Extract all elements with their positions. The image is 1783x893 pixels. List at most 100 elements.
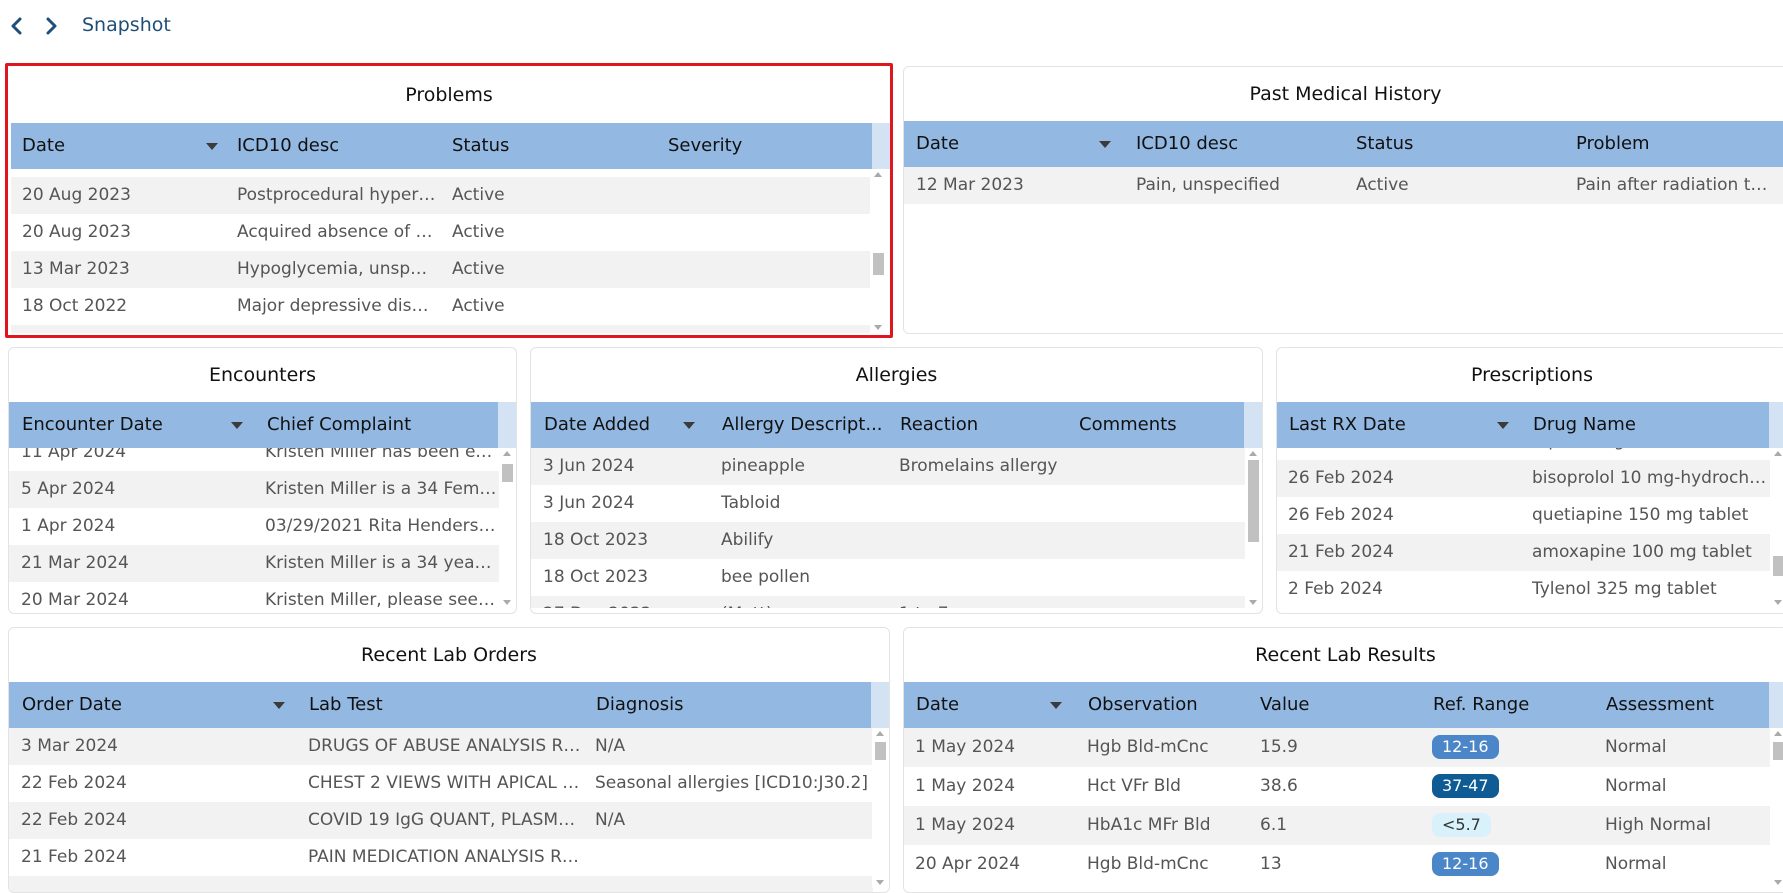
- table-row[interactable]: 22 Feb 2024 CHEST 2 VIEWS WITH APICAL L.…: [9, 765, 873, 802]
- col-icd10[interactable]: ICD10 desc: [237, 123, 339, 169]
- prescriptions-header: Last RX Date Drug Name: [1277, 402, 1771, 448]
- table-row[interactable]: 20 Aug 2023 Postprocedural hyperte... Ac…: [11, 177, 875, 214]
- col-last-rx-date[interactable]: Last RX Date: [1289, 402, 1406, 448]
- lab-orders-body: 3 Mar 2024 DRUGS OF ABUSE ANALYSIS RE...…: [9, 728, 873, 892]
- table-row[interactable]: 18 Oct 2022 Major depressive disord... A…: [11, 288, 875, 325]
- table-row[interactable]: 11 Apr 2024 Kristen Miller has been expe…: [9, 448, 500, 471]
- table-row[interactable]: 21 Feb 2024 amoxapine 100 mg tablet: [1277, 534, 1771, 571]
- table-row[interactable]: [9, 876, 873, 892]
- lab-results-body: 1 May 2024 Hgb Bld-mCnc 15.9 12-16 Norma…: [904, 728, 1771, 892]
- top-bar: Snapshot: [0, 0, 1783, 52]
- allergies-body: 3 Jun 2024 pineapple Bromelains allergy …: [531, 448, 1246, 608]
- table-row[interactable]: 26 Feb 2024 quetiapine 150 mg tablet: [1277, 497, 1771, 534]
- col-date[interactable]: Date: [916, 682, 959, 728]
- problems-card: Problems Date ICD10 desc Status Severity…: [5, 63, 893, 338]
- prescriptions-scrollbar[interactable]: [1770, 448, 1783, 608]
- col-drug-name[interactable]: Drug Name: [1533, 402, 1636, 448]
- sort-caret-icon[interactable]: [1497, 422, 1509, 429]
- ref-range-badge: 12-16: [1432, 735, 1499, 759]
- prescriptions-body: ...pride mg... 26 Feb 2024 bisoprolol 10…: [1277, 448, 1771, 608]
- col-diagnosis[interactable]: Diagnosis: [596, 682, 684, 728]
- page-title: Snapshot: [82, 14, 171, 36]
- table-row[interactable]: 12 Mar 2023 Pain, unspecified Active Pai…: [904, 167, 1783, 204]
- forward-chevron-icon[interactable]: [40, 14, 62, 38]
- col-date[interactable]: Date: [916, 121, 959, 167]
- lab-orders-title: Recent Lab Orders: [361, 644, 537, 666]
- col-order-date[interactable]: Order Date: [22, 682, 122, 728]
- sort-caret-icon[interactable]: [273, 702, 285, 709]
- col-date[interactable]: Date: [22, 123, 65, 169]
- sort-caret-icon[interactable]: [1099, 141, 1111, 148]
- col-ref-range[interactable]: Ref. Range: [1433, 682, 1529, 728]
- table-row[interactable]: 20 Mar 2024 Kristen Miller, please see y…: [9, 582, 500, 608]
- encounters-card: Encounters Encounter Date Chief Complain…: [8, 347, 517, 614]
- ref-range-badge: <5.7: [1432, 813, 1491, 837]
- col-observation[interactable]: Observation: [1088, 682, 1198, 728]
- table-row[interactable]: ...pride mg...: [1277, 448, 1771, 460]
- sort-caret-icon[interactable]: [206, 143, 218, 150]
- sort-caret-icon[interactable]: [683, 422, 695, 429]
- lab-orders-card: Recent Lab Orders Order Date Lab Test Di…: [8, 627, 890, 893]
- table-row[interactable]: 27 Dec 2022 (Mott) ... 1 to 7 ...: [531, 596, 1246, 608]
- lab-results-header: Date Observation Value Ref. Range Assess…: [904, 682, 1771, 728]
- col-chief-complaint[interactable]: Chief Complaint: [267, 402, 411, 448]
- table-row[interactable]: 26 Feb 2024 bisoprolol 10 mg-hydrochlor.…: [1277, 460, 1771, 497]
- pmh-body: 12 Mar 2023 Pain, unspecified Active Pai…: [904, 167, 1783, 327]
- table-row[interactable]: 2 Feb 2024 Tylenol 325 mg tablet: [1277, 571, 1771, 608]
- table-row[interactable]: [11, 325, 875, 333]
- prescriptions-card: Prescriptions Last RX Date Drug Name ...…: [1276, 347, 1783, 614]
- table-row[interactable]: 13 Mar 2023 Hypoglycemia, unspecifi... A…: [11, 251, 875, 288]
- encounters-header: Encounter Date Chief Complaint: [9, 402, 500, 448]
- table-row[interactable]: 21 Feb 2024 PAIN MEDICATION ANALYSIS RE.…: [9, 839, 873, 876]
- lab-results-scrollbar[interactable]: [1770, 728, 1783, 888]
- table-row[interactable]: 20 Apr 2024 Hgb Bld-mCnc 13 12-16 Normal: [904, 845, 1771, 884]
- table-row[interactable]: 1 May 2024 HbA1c MFr Bld 6.1 <5.7 High N…: [904, 806, 1771, 845]
- table-row[interactable]: 1 May 2024 Hct VFr Bld 38.6 37-47 Normal: [904, 767, 1771, 806]
- pmh-title: Past Medical History: [1249, 83, 1442, 105]
- col-icd10[interactable]: ICD10 desc: [1136, 121, 1238, 167]
- col-assessment[interactable]: Assessment: [1606, 682, 1714, 728]
- table-row[interactable]: 18 Oct 2023 bee pollen: [531, 559, 1246, 596]
- ref-range-badge: 12-16: [1432, 852, 1499, 876]
- col-severity[interactable]: Severity: [668, 123, 742, 169]
- table-row[interactable]: 20 Aug 2023 Acquired absence of kid... A…: [11, 214, 875, 251]
- allergies-header: Date Added Allergy Descript... Reaction …: [531, 402, 1246, 448]
- past-medical-history-card: Past Medical History Date ICD10 desc Sta…: [903, 66, 1783, 334]
- col-value[interactable]: Value: [1260, 682, 1309, 728]
- problems-body: 20 Aug 2023 Postprocedural hyperte... Ac…: [11, 169, 875, 333]
- lab-results-title: Recent Lab Results: [1255, 644, 1436, 666]
- allergies-title: Allergies: [855, 364, 938, 386]
- col-reaction[interactable]: Reaction: [900, 402, 978, 448]
- col-lab-test[interactable]: Lab Test: [309, 682, 383, 728]
- problems-scrollbar[interactable]: [870, 169, 887, 333]
- col-problem[interactable]: Problem: [1576, 121, 1650, 167]
- sort-caret-icon[interactable]: [1050, 702, 1062, 709]
- table-row[interactable]: 1 Apr 2024 03/29/2021 Rita Henderson...: [9, 508, 500, 545]
- prescriptions-title: Prescriptions: [1471, 364, 1593, 386]
- allergies-scrollbar[interactable]: [1245, 448, 1262, 608]
- table-row[interactable]: 22 Feb 2024 COVID 19 IgG QUANT, PLASMA (…: [9, 802, 873, 839]
- ref-range-badge: 37-47: [1432, 774, 1499, 798]
- problems-header: Date ICD10 desc Status Severity: [11, 123, 875, 169]
- table-row[interactable]: 5 Apr 2024 Kristen Miller is a 34 Female…: [9, 471, 500, 508]
- col-status[interactable]: Status: [1356, 121, 1413, 167]
- lab-orders-scrollbar[interactable]: [872, 728, 889, 888]
- table-row[interactable]: 1 May 2024 Hgb Bld-mCnc 15.9 12-16 Norma…: [904, 728, 1771, 767]
- table-row[interactable]: 21 Mar 2024 Kristen Miller is a 34 year-…: [9, 545, 500, 582]
- col-encounter-date[interactable]: Encounter Date: [22, 402, 163, 448]
- sort-caret-icon[interactable]: [231, 422, 243, 429]
- col-allergy-description[interactable]: Allergy Descript...: [722, 402, 883, 448]
- lab-results-card: Recent Lab Results Date Observation Valu…: [903, 627, 1783, 893]
- table-row[interactable]: 3 Mar 2024 DRUGS OF ABUSE ANALYSIS RE...…: [9, 728, 873, 765]
- col-status[interactable]: Status: [452, 123, 509, 169]
- allergies-card: Allergies Date Added Allergy Descript...…: [530, 347, 1263, 614]
- back-chevron-icon[interactable]: [6, 14, 28, 38]
- problems-title: Problems: [405, 84, 493, 106]
- table-row[interactable]: 3 Jun 2024 pineapple Bromelains allergy: [531, 448, 1246, 485]
- table-row[interactable]: 3 Jun 2024 Tabloid: [531, 485, 1246, 522]
- pmh-header: Date ICD10 desc Status Problem: [904, 121, 1783, 167]
- col-comments[interactable]: Comments: [1079, 402, 1177, 448]
- table-row[interactable]: 18 Oct 2023 Abilify: [531, 522, 1246, 559]
- col-date-added[interactable]: Date Added: [544, 402, 650, 448]
- encounters-scrollbar[interactable]: [499, 448, 516, 608]
